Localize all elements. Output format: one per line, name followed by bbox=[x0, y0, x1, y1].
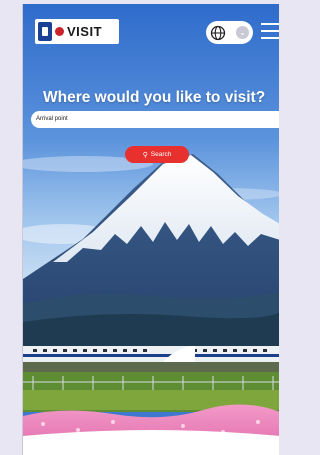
hamburger-menu-icon[interactable] bbox=[261, 23, 279, 41]
search-button[interactable]: ⚲ Search bbox=[125, 146, 189, 163]
logo-text: VISIT bbox=[67, 24, 103, 39]
hero-image bbox=[23, 4, 279, 449]
globe-icon bbox=[210, 25, 226, 40]
app-frame: VISIT ⌄ Where would you like to visit? A… bbox=[22, 4, 279, 455]
search-button-label: Search bbox=[150, 151, 172, 158]
language-selector[interactable]: ⌄ bbox=[206, 21, 253, 44]
search-icon: ⚲ bbox=[142, 151, 148, 159]
logo-mark bbox=[55, 27, 64, 36]
chevron-down-icon: ⌄ bbox=[236, 26, 249, 39]
hero-section: VISIT ⌄ Where would you like to visit? A… bbox=[23, 4, 279, 449]
site-logo[interactable]: VISIT bbox=[35, 19, 119, 44]
search-input[interactable]: Arrival point bbox=[31, 111, 279, 128]
hero-headline: Where would you like to visit? bbox=[43, 89, 266, 106]
japan-flag-icon bbox=[38, 22, 52, 41]
